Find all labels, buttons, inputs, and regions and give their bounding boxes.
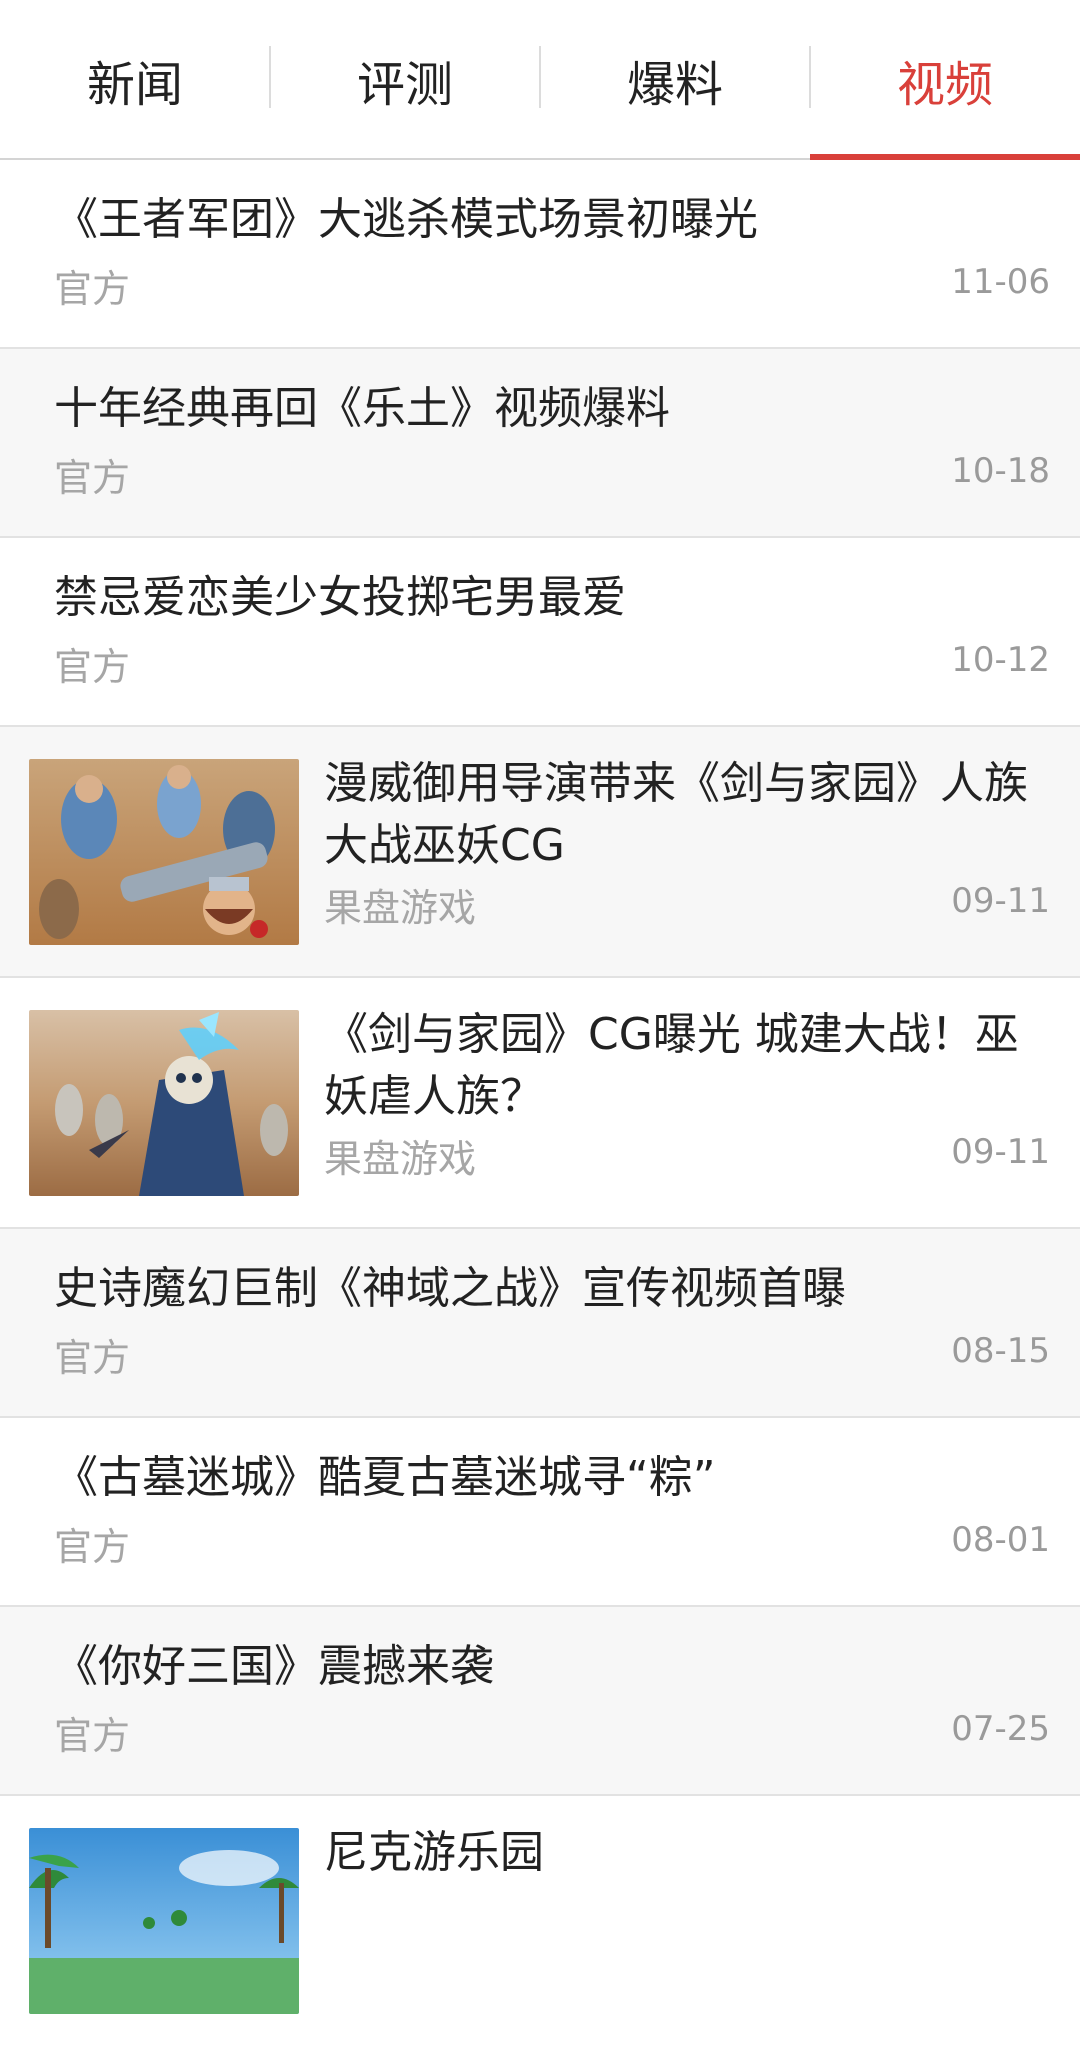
item-source: 果盘游戏 bbox=[324, 886, 477, 930]
category-tab-bar: 新闻 评测 爆料 视频 bbox=[0, 0, 1080, 160]
item-source: 官方 bbox=[54, 645, 131, 689]
park-scene-image bbox=[29, 1828, 299, 2014]
list-item[interactable]: 《剑与家园》CG曝光 城建大战！巫妖虐人族？ 果盘游戏 09-11 bbox=[0, 978, 1080, 1229]
item-date: 09-11 bbox=[951, 881, 1050, 921]
list-item[interactable]: 《王者军团》大逃杀模式场景初曝光 官方 11-06 bbox=[0, 160, 1080, 349]
item-title: 《古墓迷城》酷夏古墓迷城寻“粽” bbox=[54, 1452, 716, 1503]
item-title: 尼克游乐园 bbox=[324, 1827, 544, 1878]
item-title: 禁忌爱恋美少女投掷宅男最爱 bbox=[54, 572, 626, 623]
item-title: 十年经典再回《乐土》视频爆料 bbox=[54, 383, 670, 434]
tab-leaks[interactable]: 爆料 bbox=[540, 0, 810, 160]
list-item[interactable]: 《古墓迷城》酷夏古墓迷城寻“粽” 官方 08-01 bbox=[0, 1418, 1080, 1607]
item-source: 官方 bbox=[54, 1336, 131, 1380]
item-title: 《王者军团》大逃杀模式场景初曝光 bbox=[54, 194, 758, 245]
item-source: 官方 bbox=[54, 456, 131, 500]
item-date: 08-15 bbox=[951, 1331, 1050, 1371]
item-date: 09-11 bbox=[951, 1132, 1050, 1172]
list-item[interactable]: 史诗魔幻巨制《神域之战》宣传视频首曝 官方 08-15 bbox=[0, 1229, 1080, 1418]
list-item[interactable]: 漫威御用导演带来《剑与家园》人族大战巫妖CG 果盘游戏 09-11 bbox=[0, 727, 1080, 978]
video-thumbnail[interactable] bbox=[29, 759, 299, 945]
list-item[interactable]: 十年经典再回《乐土》视频爆料 官方 10-18 bbox=[0, 349, 1080, 538]
item-source: 官方 bbox=[54, 1525, 131, 1569]
video-thumbnail[interactable] bbox=[29, 1010, 299, 1196]
tab-reviews[interactable]: 评测 bbox=[270, 0, 540, 160]
item-date: 11-06 bbox=[951, 262, 1050, 302]
item-source: 官方 bbox=[54, 1714, 131, 1758]
item-title: 史诗魔幻巨制《神域之战》宣传视频首曝 bbox=[54, 1263, 846, 1314]
item-title: 漫威御用导演带来《剑与家园》人族大战巫妖CG bbox=[324, 758, 1028, 871]
item-date: 08-01 bbox=[951, 1520, 1050, 1560]
item-source: 果盘游戏 bbox=[324, 1137, 477, 1181]
item-date: 07-25 bbox=[951, 1709, 1050, 1749]
item-source: 官方 bbox=[54, 267, 131, 311]
list-item[interactable]: 禁忌爱恋美少女投掷宅男最爱 官方 10-12 bbox=[0, 538, 1080, 727]
list-item[interactable]: 尼克游乐园 bbox=[0, 1796, 1080, 2047]
tab-news[interactable]: 新闻 bbox=[0, 0, 270, 160]
video-thumbnail[interactable] bbox=[29, 1828, 299, 2014]
lich-scene-image bbox=[29, 1010, 299, 1196]
item-title: 《你好三国》震撼来袭 bbox=[54, 1641, 494, 1692]
item-title: 《剑与家园》CG曝光 城建大战！巫妖虐人族？ bbox=[324, 1009, 1019, 1122]
item-date: 10-12 bbox=[951, 640, 1050, 680]
tab-videos[interactable]: 视频 bbox=[810, 0, 1080, 160]
item-date: 10-18 bbox=[951, 451, 1050, 491]
battle-scene-image bbox=[29, 759, 299, 945]
list-item[interactable]: 《你好三国》震撼来袭 官方 07-25 bbox=[0, 1607, 1080, 1796]
